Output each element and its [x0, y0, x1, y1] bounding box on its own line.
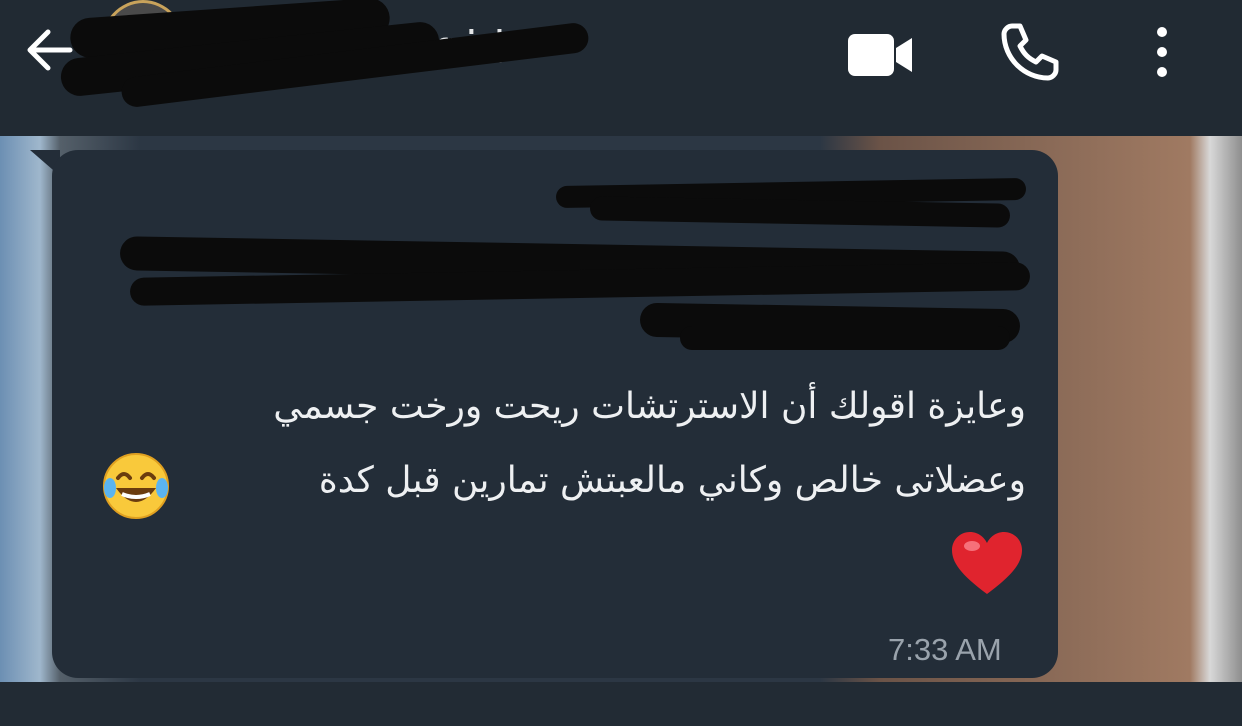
bottom-bar [0, 682, 1242, 726]
message-timestamp: 7:33 AM [888, 632, 1002, 667]
chat-header: ...nmad Farrid [0, 0, 1242, 136]
more-options-button[interactable] [1140, 20, 1184, 84]
video-call-button[interactable] [846, 30, 916, 80]
phone-icon [1001, 23, 1059, 81]
voice-call-button[interactable] [998, 20, 1062, 84]
message-line: وعايزة اقولك أن الاسترتشات ريحت ورخت جسم… [273, 386, 1026, 427]
red-heart-icon [952, 532, 1022, 594]
message-line: وعضلاتى خالص وكاني مالعبتش تمارين قبل كد… [318, 460, 1026, 501]
video-camera-icon [848, 34, 912, 76]
more-vertical-icon [1157, 27, 1167, 77]
redaction-mark [680, 326, 1010, 350]
face-with-tears-of-joy-icon [103, 453, 169, 519]
